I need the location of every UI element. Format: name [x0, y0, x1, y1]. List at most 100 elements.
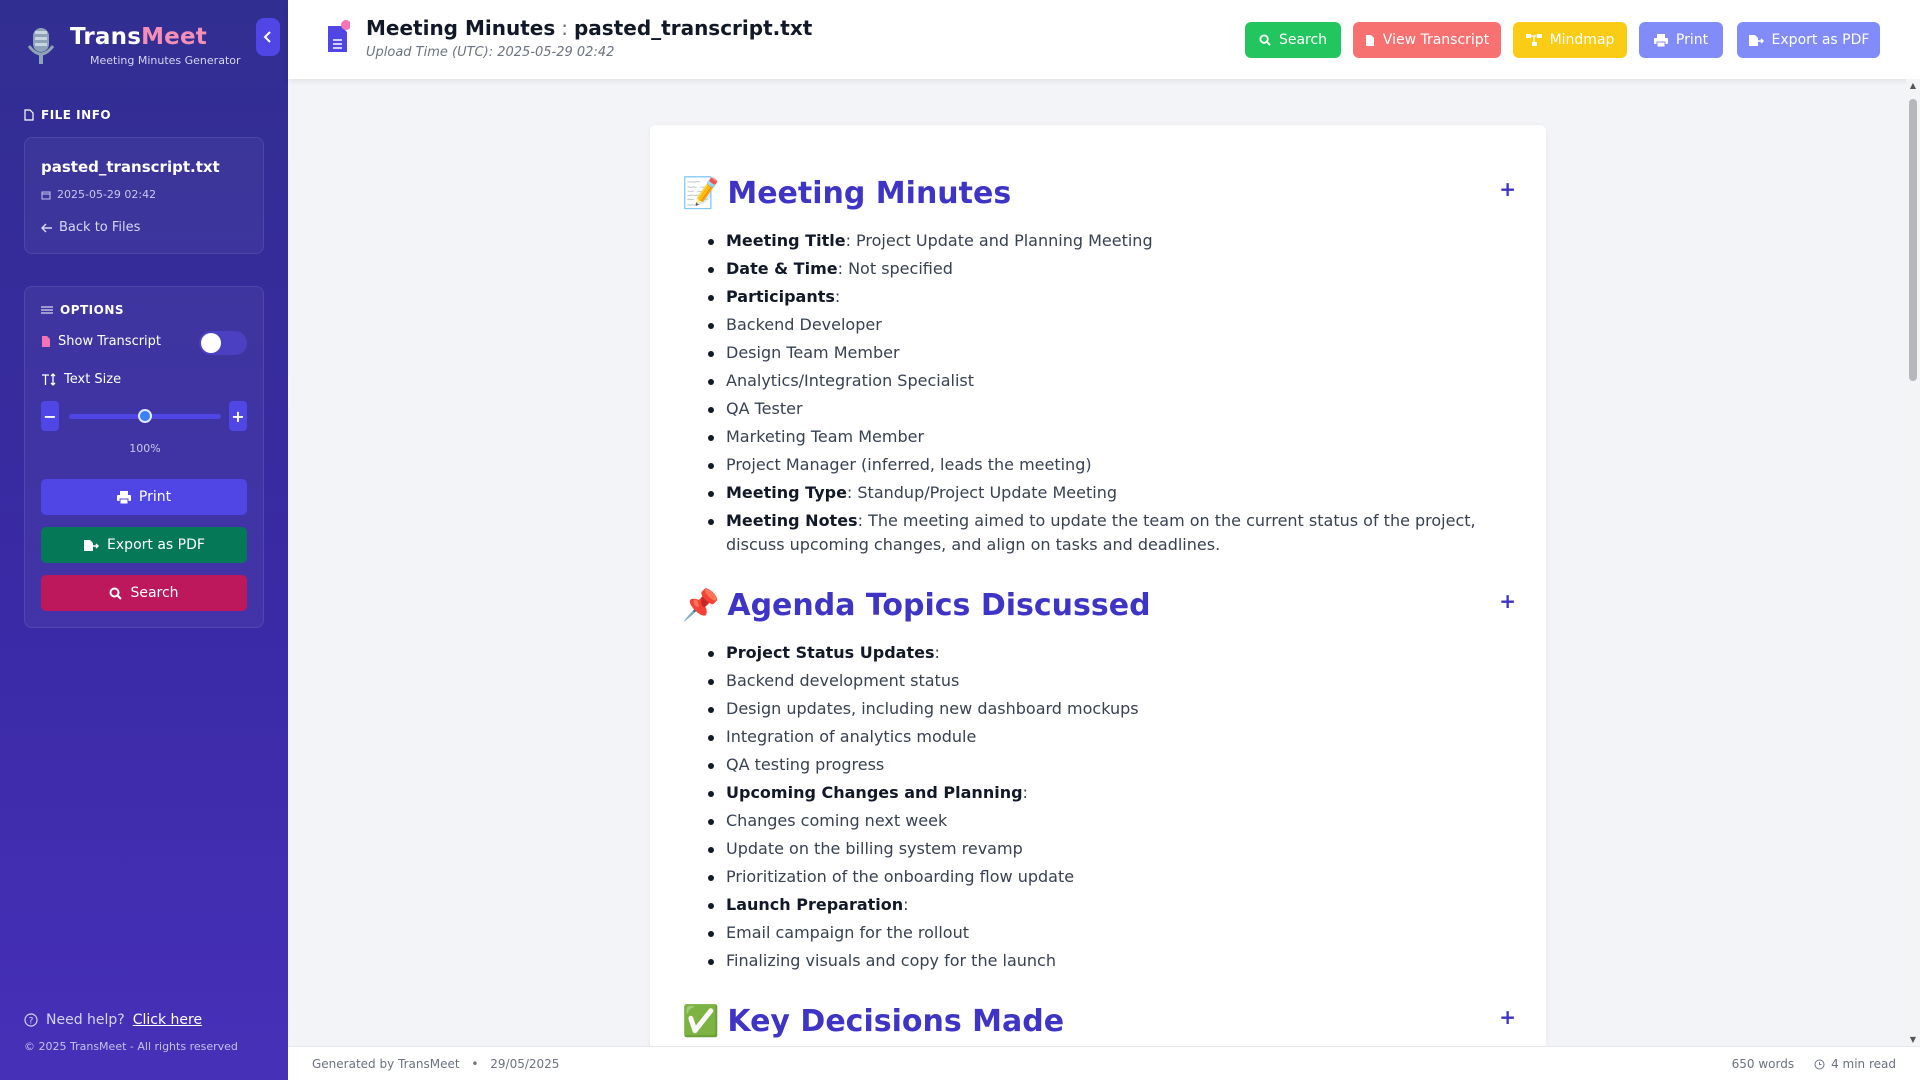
- read-time: 4 min read: [1814, 1057, 1896, 1071]
- options-card: OPTIONS Show Transcript Text Size − + 10…: [24, 286, 264, 628]
- list-item: Finalizing visuals and copy for the laun…: [682, 949, 1516, 973]
- show-transcript-row: Show Transcript: [41, 334, 161, 349]
- list-item: Date & Time: Not specified: [682, 257, 1516, 281]
- sitemap-icon: [1525, 34, 1542, 46]
- list-item: Project Status Updates:: [682, 641, 1516, 665]
- calendar-icon: [41, 191, 51, 199]
- list-item: Participants:: [682, 285, 1516, 309]
- page-title: Meeting Minutes: pasted_transcript.txt: [366, 16, 813, 40]
- section-list: Project Status Updates: Backend developme…: [682, 641, 1516, 973]
- list-item: Design updates, including new dashboard …: [682, 697, 1516, 721]
- list-item: Prioritization of the onboarding flow up…: [682, 865, 1516, 889]
- section-agenda-topics: 📌 Agenda Topics Discussed + Project Stat…: [682, 585, 1516, 977]
- printer-icon: [1653, 33, 1668, 47]
- list-item: Analytics/Integration Specialist: [682, 369, 1516, 393]
- list-item: Meeting Notes: The meeting aimed to upda…: [682, 509, 1516, 557]
- options-title: OPTIONS: [41, 303, 124, 317]
- footer-stats: 650 words 4 min read: [1732, 1057, 1896, 1071]
- microphone-icon: [27, 28, 55, 64]
- file-export-icon: [84, 539, 100, 551]
- scroll-up-arrow-icon[interactable]: ▲: [1909, 81, 1917, 90]
- list-item: Backend development status: [682, 669, 1516, 693]
- svg-text:?: ?: [29, 1017, 34, 1027]
- slider-thumb[interactable]: [138, 409, 152, 423]
- file-info-card: pasted_transcript.txt 2025-05-29 02:42 B…: [24, 137, 264, 254]
- expand-section-button[interactable]: +: [1499, 177, 1516, 201]
- footer-generated: Generated by TransMeet • 29/05/2025: [312, 1057, 560, 1071]
- chevron-left-icon: [263, 31, 271, 43]
- search-icon: [1259, 34, 1271, 46]
- header-print-button[interactable]: Print: [1639, 22, 1723, 58]
- sliders-icon: [41, 306, 53, 314]
- header-search-button[interactable]: Search: [1245, 22, 1341, 58]
- section-heading: 📌 Agenda Topics Discussed: [682, 587, 1151, 623]
- clock-icon: [1814, 1059, 1825, 1069]
- section-key-decisions: ✅ Key Decisions Made +: [682, 1001, 1516, 1041]
- pushpin-icon: 📌: [682, 587, 720, 623]
- question-circle-icon: ?: [24, 1013, 38, 1027]
- text-height-icon: [42, 373, 56, 386]
- content-area: 📝 Meeting Minutes + Meeting Title: Proje…: [288, 79, 1920, 1080]
- section-list: Meeting Title: Project Update and Planni…: [682, 229, 1516, 557]
- list-item: Design Team Member: [682, 341, 1516, 365]
- list-item: QA testing progress: [682, 753, 1516, 777]
- word-count: 650 words: [1731, 1057, 1795, 1071]
- arrow-left-icon: [41, 222, 52, 233]
- printer-icon: [116, 490, 131, 504]
- section-meeting-minutes: 📝 Meeting Minutes + Meeting Title: Proje…: [682, 173, 1516, 561]
- mindmap-button[interactable]: Mindmap: [1513, 22, 1627, 58]
- list-item: Update on the billing system revamp: [682, 837, 1516, 861]
- sidebar: TransMeet Meeting Minutes Generator FILE…: [0, 0, 288, 1080]
- view-transcript-button[interactable]: View Transcript: [1353, 22, 1501, 58]
- collapse-sidebar-button[interactable]: [256, 18, 280, 56]
- minutes-document: 📝 Meeting Minutes + Meeting Title: Proje…: [650, 125, 1546, 1080]
- expand-section-button[interactable]: +: [1499, 1005, 1516, 1029]
- file-date: 2025-05-29 02:42: [41, 188, 156, 201]
- file-icon: [24, 109, 34, 121]
- list-item: Launch Preparation:: [682, 893, 1516, 917]
- list-item: Meeting Title: Project Update and Planni…: [682, 229, 1516, 253]
- list-item: Backend Developer: [682, 313, 1516, 337]
- brand: TransMeet Meeting Minutes Generator: [24, 24, 241, 68]
- file-info-title: FILE INFO: [24, 108, 111, 122]
- sidebar-search-button[interactable]: Search: [41, 575, 247, 611]
- text-size-row: Text Size: [41, 372, 121, 387]
- brand-subtitle: Meeting Minutes Generator: [90, 54, 241, 67]
- show-transcript-toggle[interactable]: [199, 331, 247, 355]
- list-item: Project Manager (inferred, leads the mee…: [682, 453, 1516, 477]
- scroll-down-arrow-icon[interactable]: ▼: [1909, 1035, 1917, 1044]
- text-size-value: 100%: [129, 442, 161, 455]
- header-export-pdf-button[interactable]: Export as PDF: [1737, 22, 1880, 58]
- text-size-increase-button[interactable]: +: [229, 401, 247, 431]
- file-export-icon: [1748, 34, 1764, 46]
- text-size-decrease-button[interactable]: −: [41, 401, 59, 431]
- memo-icon: 📝: [682, 175, 720, 211]
- document-icon: [328, 20, 350, 52]
- list-item: Marketing Team Member: [682, 425, 1516, 449]
- file-icon: [1365, 34, 1374, 46]
- list-item: Meeting Type: Standup/Project Update Mee…: [682, 481, 1516, 505]
- copyright: © 2025 TransMeet - All rights reserved: [24, 1040, 238, 1053]
- expand-section-button[interactable]: +: [1499, 589, 1516, 613]
- scrollbar-thumb[interactable]: [1909, 99, 1917, 381]
- back-to-files-link[interactable]: Back to Files: [41, 220, 140, 235]
- list-item: QA Tester: [682, 397, 1516, 421]
- scrollbar[interactable]: ▲ ▼: [1906, 79, 1920, 1046]
- file-pink-icon: [42, 336, 50, 347]
- list-item: Integration of analytics module: [682, 725, 1516, 749]
- list-item: Upcoming Changes and Planning:: [682, 781, 1516, 805]
- file-name: pasted_transcript.txt: [41, 158, 220, 176]
- list-item: Email campaign for the rollout: [682, 921, 1516, 945]
- check-mark-icon: ✅: [682, 1003, 720, 1039]
- footer: Generated by TransMeet • 29/05/2025 650 …: [288, 1046, 1920, 1080]
- sidebar-export-pdf-button[interactable]: Export as PDF: [41, 527, 247, 563]
- section-heading: ✅ Key Decisions Made: [682, 1003, 1065, 1039]
- upload-time: Upload Time (UTC): 2025-05-29 02:42: [366, 45, 615, 60]
- help-text: ? Need help? Click here: [24, 1012, 202, 1028]
- help-link[interactable]: Click here: [133, 1012, 202, 1028]
- brand-name: TransMeet: [70, 24, 207, 50]
- section-heading: 📝 Meeting Minutes: [682, 175, 1012, 211]
- list-item: Changes coming next week: [682, 809, 1516, 833]
- text-size-slider[interactable]: [69, 409, 221, 423]
- sidebar-print-button[interactable]: Print: [41, 479, 247, 515]
